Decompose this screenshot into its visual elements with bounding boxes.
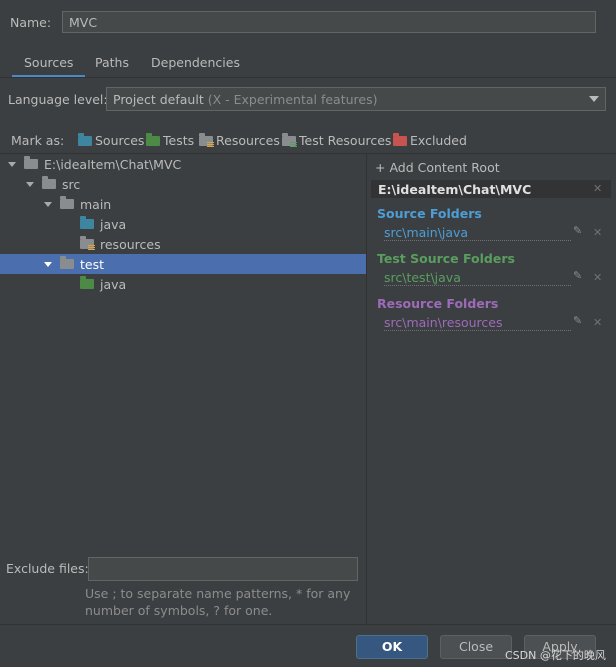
language-level-hint: (X - Experimental features)	[207, 92, 378, 107]
exclude-files-hint: Use ; to separate name patterns, * for a…	[85, 586, 351, 618]
tree-row-label: java	[100, 216, 127, 232]
test-resources-folder-icon	[282, 132, 297, 148]
tree-row-test[interactable]: test	[0, 254, 366, 274]
tree-row-label: E:\ideaItem\Chat\MVC	[44, 156, 182, 172]
tab-bar: Sources Paths Dependencies	[0, 52, 616, 78]
name-label: Name:	[10, 15, 52, 30]
chevron-down-icon[interactable]	[26, 181, 34, 187]
tree-row-label: resources	[100, 236, 161, 252]
mark-tests-label: Tests	[163, 133, 195, 148]
remove-icon[interactable]: ✕	[593, 226, 602, 239]
tree-row-main-java[interactable]: java	[0, 214, 366, 234]
mark-test-resources-label: Test Resources	[299, 133, 392, 148]
tree-row-label: main	[80, 196, 112, 212]
mark-as-label: Mark as:	[11, 133, 65, 148]
tab-paths[interactable]: Paths	[95, 55, 129, 70]
watermark: CSDN @花下的晚风	[505, 649, 606, 662]
tree-row-main[interactable]: main	[0, 194, 366, 214]
tab-divider	[0, 77, 616, 78]
source-folder-icon	[80, 216, 94, 229]
mark-resources-label: Resources	[216, 133, 280, 148]
tree-row-root[interactable]: E:\ideaItem\Chat\MVC	[0, 154, 366, 174]
remove-root-icon[interactable]: ✕	[593, 182, 602, 195]
remove-icon[interactable]: ✕	[593, 316, 602, 329]
test-source-folder-path: src\test\java	[384, 270, 571, 286]
add-content-root-button[interactable]: + Add Content Root	[375, 160, 500, 175]
remove-icon[interactable]: ✕	[593, 271, 602, 284]
tree-row-label: test	[80, 256, 105, 272]
mark-sources-label: Sources	[95, 133, 145, 148]
resource-folder-path: src\main\resources	[384, 315, 571, 331]
name-input[interactable]: MVC	[62, 11, 596, 33]
mark-resources-button[interactable]: Resources	[199, 132, 280, 148]
content-root-pane: + Add Content Root E:\ideaItem\Chat\MVC …	[366, 154, 616, 624]
chevron-down-icon[interactable]	[44, 201, 52, 207]
ok-button[interactable]: OK	[356, 635, 428, 659]
tree-row-label: java	[100, 276, 127, 292]
chevron-down-icon[interactable]	[44, 261, 52, 267]
source-folders-title: Source Folders	[377, 206, 482, 221]
content-root-path: E:\ideaItem\Chat\MVC	[378, 182, 532, 197]
sources-folder-icon	[78, 132, 92, 146]
tree-row-resources[interactable]: resources	[0, 234, 366, 254]
content-tree[interactable]: E:\ideaItem\Chat\MVC src main java resou…	[0, 154, 366, 544]
test-source-folder-icon	[80, 276, 94, 289]
mark-tests-button[interactable]: Tests	[146, 132, 195, 148]
tab-sources[interactable]: Sources	[11, 55, 87, 78]
tree-row-src[interactable]: src	[0, 174, 366, 194]
chevron-down-icon	[589, 96, 599, 102]
content-root-header: E:\ideaItem\Chat\MVC	[371, 180, 611, 198]
folder-icon	[60, 196, 74, 209]
tab-dependencies[interactable]: Dependencies	[151, 55, 240, 70]
tree-row-label: src	[62, 176, 81, 192]
chevron-down-icon[interactable]	[8, 161, 16, 167]
resources-folder-icon	[80, 236, 95, 251]
mark-excluded-label: Excluded	[410, 133, 467, 148]
edit-icon[interactable]: ✎	[573, 224, 582, 237]
close-button[interactable]: Close	[440, 635, 512, 659]
test-source-folders-title: Test Source Folders	[377, 251, 515, 266]
folder-icon	[42, 176, 56, 189]
mark-test-resources-button[interactable]: Test Resources	[282, 132, 392, 148]
language-level-value: Project default	[113, 92, 204, 107]
edit-icon[interactable]: ✎	[573, 314, 582, 327]
exclude-files-input[interactable]	[88, 557, 358, 581]
excluded-folder-icon	[393, 132, 407, 146]
mark-excluded-button[interactable]: Excluded	[393, 132, 467, 148]
resources-folder-icon	[199, 132, 214, 148]
edit-icon[interactable]: ✎	[573, 269, 582, 282]
language-level-select[interactable]: Project default (X - Experimental featur…	[106, 87, 606, 111]
folder-icon	[24, 156, 38, 169]
exclude-files-label: Exclude files:	[6, 561, 89, 576]
folder-icon	[60, 256, 74, 269]
tree-row-test-java[interactable]: java	[0, 274, 366, 294]
resource-folders-title: Resource Folders	[377, 296, 499, 311]
language-level-label: Language level:	[8, 92, 108, 107]
mark-sources-button[interactable]: Sources	[78, 132, 145, 148]
source-folder-path: src\main\java	[384, 225, 571, 241]
tests-folder-icon	[146, 132, 160, 146]
